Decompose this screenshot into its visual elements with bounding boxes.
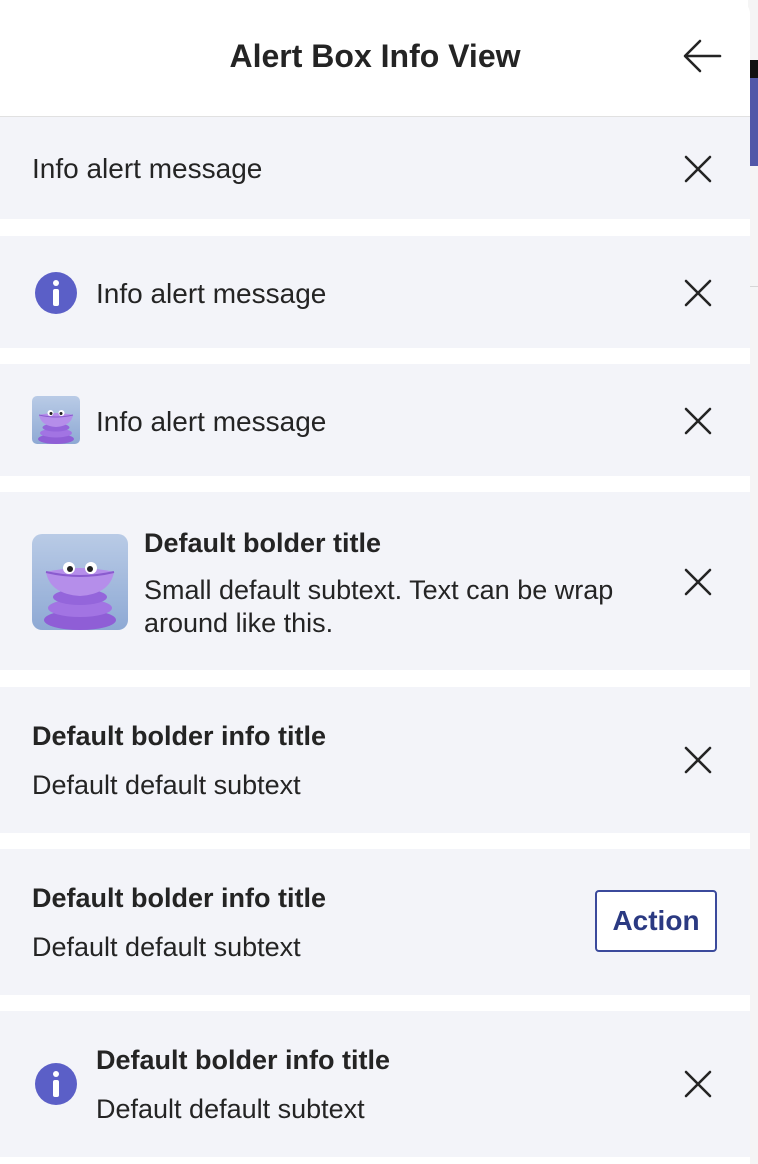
alert-title: Default bolder info title	[32, 883, 326, 913]
close-icon[interactable]	[684, 279, 712, 307]
info-icon	[35, 1063, 77, 1105]
arrow-left-icon[interactable]	[682, 38, 722, 74]
alert-subtext: Small default subtext. Text can be wrap …	[144, 575, 614, 638]
action-button[interactable]: Action	[595, 890, 717, 952]
alert-message: Info alert message	[96, 278, 327, 309]
alert-box-panel: Alert Box Info View Info alert message I…	[0, 0, 750, 1164]
alert-subtext: Default default subtext	[32, 932, 301, 962]
alert-info-with-avatar: Info alert message	[0, 364, 750, 476]
header: Alert Box Info View	[0, 0, 750, 117]
close-icon[interactable]	[684, 568, 712, 596]
alert-with-action: Default bolder info title Default defaul…	[0, 849, 750, 995]
alert-info-icon-title-subtext: Default bolder info title Default defaul…	[0, 1011, 750, 1157]
alert-title: Default bolder title	[144, 528, 382, 558]
alert-title: Default bolder info title	[32, 721, 326, 751]
close-icon[interactable]	[684, 746, 712, 774]
alert-with-large-avatar: Default bolder title Small default subte…	[0, 492, 750, 670]
alert-title-subtext: Default bolder info title Default defaul…	[0, 687, 750, 833]
alert-message: Info alert message	[32, 153, 263, 184]
page-title: Alert Box Info View	[229, 38, 521, 74]
screen: Alert Box Info View Info alert message I…	[0, 0, 758, 1164]
close-icon[interactable]	[684, 407, 712, 435]
info-icon	[35, 272, 77, 314]
avatar	[32, 396, 80, 444]
alert-info-with-icon: Info alert message	[0, 236, 750, 348]
alert-message: Info alert message	[96, 406, 327, 437]
close-icon[interactable]	[684, 155, 712, 183]
alert-subtext: Default default subtext	[96, 1094, 365, 1124]
alert-title: Default bolder info title	[96, 1045, 390, 1075]
alert-info-plain: Info alert message	[0, 117, 750, 219]
close-icon[interactable]	[684, 1070, 712, 1098]
alert-subtext: Default default subtext	[32, 770, 301, 800]
avatar	[32, 534, 128, 630]
